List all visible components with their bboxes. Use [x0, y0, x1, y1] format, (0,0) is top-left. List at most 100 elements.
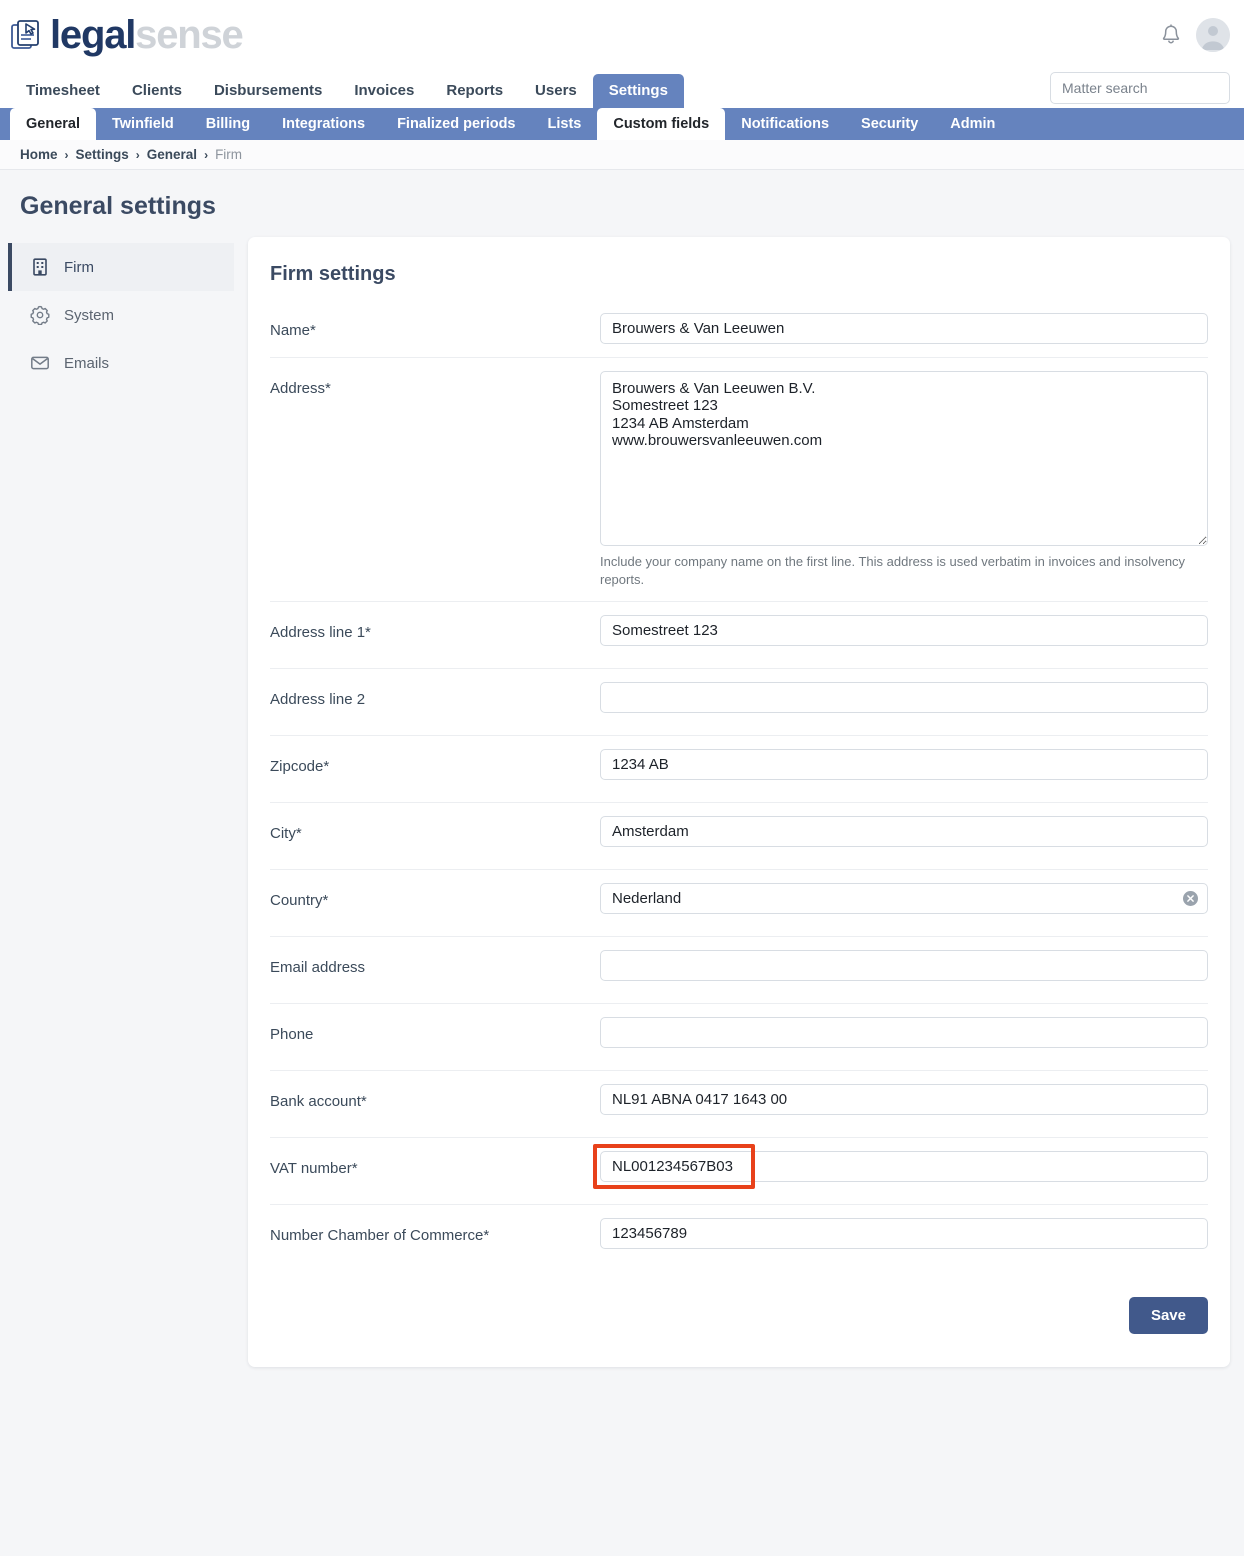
- zipcode-input[interactable]: [600, 749, 1208, 781]
- field-control-zipcode: [600, 736, 1208, 793]
- primary-navigation: Timesheet Clients Disbursements Invoices…: [0, 70, 1244, 108]
- save-button[interactable]: Save: [1128, 1297, 1208, 1335]
- app-header: legalsense: [0, 0, 1244, 70]
- field-label-city: City*: [270, 825, 302, 843]
- bank-account-input[interactable]: [600, 1084, 1208, 1116]
- building-icon: [33, 258, 47, 276]
- avatar-person-icon: [1196, 18, 1230, 52]
- email-address-input[interactable]: [600, 950, 1208, 982]
- subnav-item-custom-fields[interactable]: Custom fields: [597, 108, 726, 140]
- field-control-address-line-1: [600, 602, 1208, 659]
- nav-item-clients[interactable]: Clients: [116, 74, 198, 108]
- field-control-bank-account: [600, 1071, 1208, 1128]
- subnav-item-security[interactable]: Security: [845, 108, 934, 140]
- logo-wordmark: legalsense: [50, 13, 244, 57]
- field-label-chamber-of-commerce: Number Chamber of Commerce*: [270, 1227, 490, 1245]
- field-row-vat-number: VAT number*: [270, 1137, 1208, 1204]
- nav-item-timesheet[interactable]: Timesheet: [10, 74, 116, 108]
- field-row-zipcode: Zipcode*: [270, 735, 1208, 802]
- header-actions: [1160, 18, 1230, 52]
- breadcrumb-item-firm: Firm: [215, 147, 243, 162]
- breadcrumb: Home › Settings › General › Firm: [0, 140, 1244, 170]
- gear-icon: [30, 305, 50, 325]
- field-row-address-line-2: Address line 2: [270, 668, 1208, 735]
- address-textarea[interactable]: Brouwers & Van Leeuwen B.V. Somestreet 1…: [600, 371, 1208, 546]
- sidebar-item-emails[interactable]: Emails: [8, 339, 234, 387]
- matter-search-input[interactable]: [1050, 72, 1230, 104]
- bell-icon[interactable]: [1160, 23, 1182, 47]
- field-label-address: Address*: [270, 380, 331, 397]
- field-label-country: Country*: [270, 892, 329, 910]
- field-control-name: [600, 300, 1208, 357]
- breadcrumb-separator-icon: ›: [135, 147, 140, 162]
- clear-country-icon[interactable]: [1183, 891, 1198, 907]
- envelope-icon: [31, 356, 49, 370]
- card-title: Firm settings: [270, 263, 396, 285]
- vat-number-input[interactable]: [600, 1151, 1208, 1183]
- field-control-address: Brouwers & Van Leeuwen B.V. Somestreet 1…: [600, 358, 1208, 601]
- breadcrumb-separator-icon: ›: [64, 147, 69, 162]
- field-label-name: Name*: [270, 322, 316, 339]
- name-input[interactable]: [600, 313, 1208, 344]
- field-label-address-line-1: Address line 1*: [270, 624, 371, 642]
- firm-settings-card: Firm settings Name* Address* Brouwers & …: [248, 237, 1230, 1367]
- subnav-item-twinfield[interactable]: Twinfield: [96, 108, 190, 140]
- page-body: General settings Firm System Emails Firm…: [0, 170, 1244, 1556]
- nav-item-disbursements[interactable]: Disbursements: [198, 74, 338, 108]
- breadcrumb-item-general[interactable]: General: [147, 147, 197, 162]
- page-title: General settings: [20, 192, 216, 220]
- field-control-phone: [600, 1004, 1208, 1061]
- sidebar-item-system[interactable]: System: [8, 291, 234, 339]
- field-row-address: Address* Brouwers & Van Leeuwen B.V. Som…: [270, 357, 1208, 601]
- nav-item-invoices[interactable]: Invoices: [338, 74, 430, 108]
- field-label-zipcode: Zipcode*: [270, 758, 330, 776]
- breadcrumb-item-home[interactable]: Home: [20, 147, 58, 162]
- nav-item-reports[interactable]: Reports: [430, 74, 519, 108]
- subnav-item-integrations[interactable]: Integrations: [266, 108, 381, 140]
- phone-input[interactable]: [600, 1017, 1208, 1049]
- field-label-phone: Phone: [270, 1026, 314, 1044]
- subnav-item-finalized-periods[interactable]: Finalized periods: [381, 108, 531, 140]
- field-row-country: Country*: [270, 869, 1208, 936]
- page-columns: Firm System Emails Firm settings Name* B…: [0, 237, 1244, 1367]
- address-line-2-input[interactable]: [600, 682, 1208, 714]
- field-label-email-address: Email address: [270, 959, 366, 977]
- field-row-city: City*: [270, 802, 1208, 869]
- nav-item-settings[interactable]: Settings: [592, 74, 684, 108]
- form-actions: Save: [270, 1271, 1208, 1335]
- sidebar-item-label: Emails: [64, 354, 110, 372]
- field-row-address-line-1: Address line 1*: [270, 601, 1208, 668]
- subnav-item-general[interactable]: General: [10, 108, 96, 140]
- subnav-item-lists[interactable]: Lists: [532, 108, 598, 140]
- settings-subnavigation: General Twinfield Billing Integrations F…: [0, 108, 1244, 140]
- address-help-text: Include your company name on the first l…: [600, 554, 1186, 587]
- app-logo[interactable]: legalsense: [10, 10, 244, 60]
- nav-item-users[interactable]: Users: [519, 74, 593, 108]
- field-row-email-address: Email address: [270, 936, 1208, 1003]
- subnav-item-admin[interactable]: Admin: [934, 108, 1011, 140]
- subnav-item-notifications[interactable]: Notifications: [725, 108, 845, 140]
- field-control-email-address: [600, 937, 1208, 994]
- field-row-bank-account: Bank account*: [270, 1070, 1208, 1137]
- field-control-chamber-of-commerce: [600, 1205, 1208, 1262]
- field-row-name: Name*: [270, 290, 1208, 357]
- sidebar-item-firm[interactable]: Firm: [8, 243, 234, 291]
- city-input[interactable]: [600, 816, 1208, 848]
- logo-text-sense: sense: [135, 13, 244, 57]
- logo-text-legal: legal: [50, 13, 136, 57]
- field-row-phone: Phone: [270, 1003, 1208, 1070]
- sidebar-item-label: Firm: [64, 258, 94, 276]
- field-control-country: [600, 870, 1208, 927]
- field-control-address-line-2: [600, 669, 1208, 726]
- field-control-vat-number: [593, 1138, 1208, 1195]
- avatar[interactable]: [1196, 18, 1230, 52]
- settings-sidebar: Firm System Emails: [8, 237, 234, 387]
- field-control-city: [600, 803, 1208, 860]
- country-input[interactable]: [600, 883, 1208, 915]
- breadcrumb-item-settings[interactable]: Settings: [76, 147, 129, 162]
- subnav-item-billing[interactable]: Billing: [190, 108, 266, 140]
- chamber-of-commerce-input[interactable]: [600, 1218, 1208, 1250]
- address-line-1-input[interactable]: [600, 615, 1208, 647]
- field-label-bank-account: Bank account*: [270, 1093, 367, 1111]
- field-label-vat-number: VAT number*: [270, 1160, 358, 1178]
